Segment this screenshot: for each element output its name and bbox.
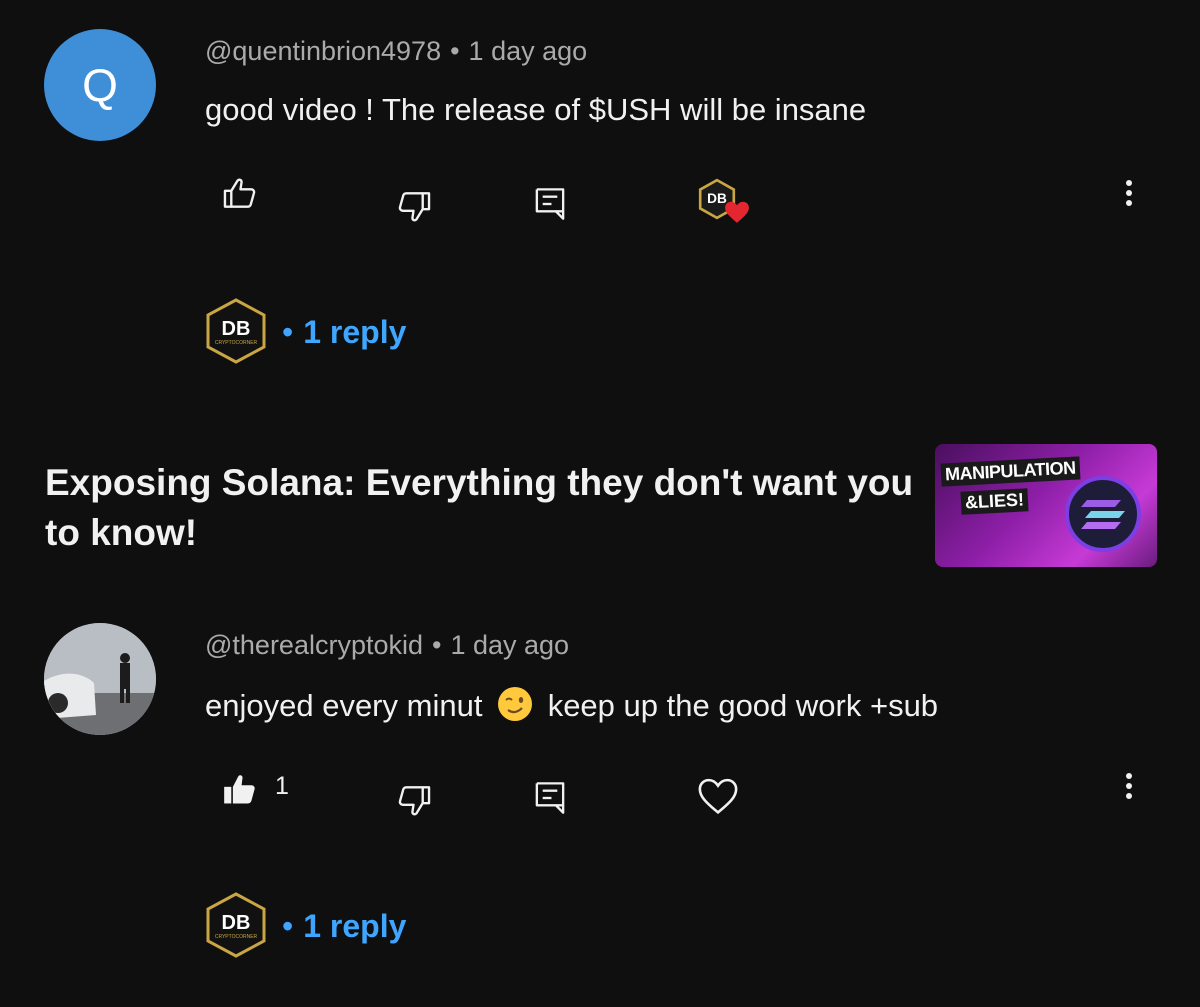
creator-reply-avatar[interactable]: DB CRYPTOCORNER — [205, 298, 267, 364]
heart-button[interactable] — [696, 776, 740, 816]
svg-text:CRYPTOCORNER: CRYPTOCORNER — [215, 340, 258, 346]
creator-logo-icon: DB CRYPTOCORNER — [206, 298, 266, 364]
comment-meta: @therealcryptokid • 1 day ago — [205, 630, 570, 660]
thumbnail-text: &LIES! — [960, 488, 1029, 515]
creator-heart-badge: DB — [696, 178, 754, 228]
video-thumbnail[interactable]: MANIPULATION &LIES! — [935, 444, 1157, 567]
kebab-dot — [1126, 200, 1132, 206]
avatar-photo-icon — [44, 623, 156, 735]
comment-time: 1 day ago — [450, 630, 570, 660]
dislike-button[interactable] — [394, 186, 434, 226]
thumbs-down-icon — [398, 192, 431, 222]
kebab-dot — [1126, 783, 1132, 789]
like-count: 1 — [275, 772, 289, 800]
avatar[interactable]: Q — [44, 29, 156, 141]
comment-text: enjoyed every minut keep up the good wor… — [205, 687, 939, 723]
solana-logo-icon — [1065, 476, 1141, 552]
comment-text: good video ! The release of $USH will be… — [205, 92, 867, 127]
view-replies-link[interactable]: • 1 reply — [282, 908, 406, 945]
more-options-button[interactable] — [1126, 176, 1134, 210]
kebab-dot — [1126, 773, 1132, 779]
thumbnail-text: MANIPULATION — [940, 456, 1081, 487]
comment-meta: @quentinbrion4978 • 1 day ago — [205, 36, 588, 66]
reply-button[interactable] — [530, 778, 570, 818]
comment-time: 1 day ago — [468, 36, 588, 66]
video-title[interactable]: Exposing Solana: Everything they don't w… — [45, 458, 915, 558]
winking-face-icon — [498, 687, 533, 721]
like-button[interactable] — [220, 174, 260, 214]
avatar[interactable] — [44, 623, 156, 735]
like-button[interactable] — [220, 770, 260, 810]
comment-icon — [535, 782, 565, 814]
view-replies-link[interactable]: • 1 reply — [282, 314, 406, 351]
thumbs-up-icon — [223, 178, 256, 208]
heart-icon — [725, 201, 749, 223]
heart-outline-icon — [698, 778, 738, 815]
comment-icon — [535, 188, 565, 220]
thumbs-up-filled-icon — [224, 775, 255, 804]
svg-text:DB: DB — [222, 912, 251, 934]
dislike-button[interactable] — [394, 780, 434, 820]
svg-text:CRYPTOCORNER: CRYPTOCORNER — [215, 934, 258, 940]
comment-author[interactable]: @therealcryptokid — [205, 630, 423, 660]
kebab-dot — [1126, 180, 1132, 186]
creator-reply-avatar[interactable]: DB CRYPTOCORNER — [205, 892, 267, 958]
more-options-button[interactable] — [1126, 769, 1134, 803]
kebab-dot — [1126, 190, 1132, 196]
comment-author[interactable]: @quentinbrion4978 — [205, 36, 441, 66]
thumbs-down-icon — [398, 786, 431, 816]
kebab-dot — [1126, 793, 1132, 799]
reply-button[interactable] — [530, 184, 570, 224]
creator-logo-icon: DB CRYPTOCORNER — [206, 892, 266, 958]
svg-text:DB: DB — [222, 318, 251, 340]
